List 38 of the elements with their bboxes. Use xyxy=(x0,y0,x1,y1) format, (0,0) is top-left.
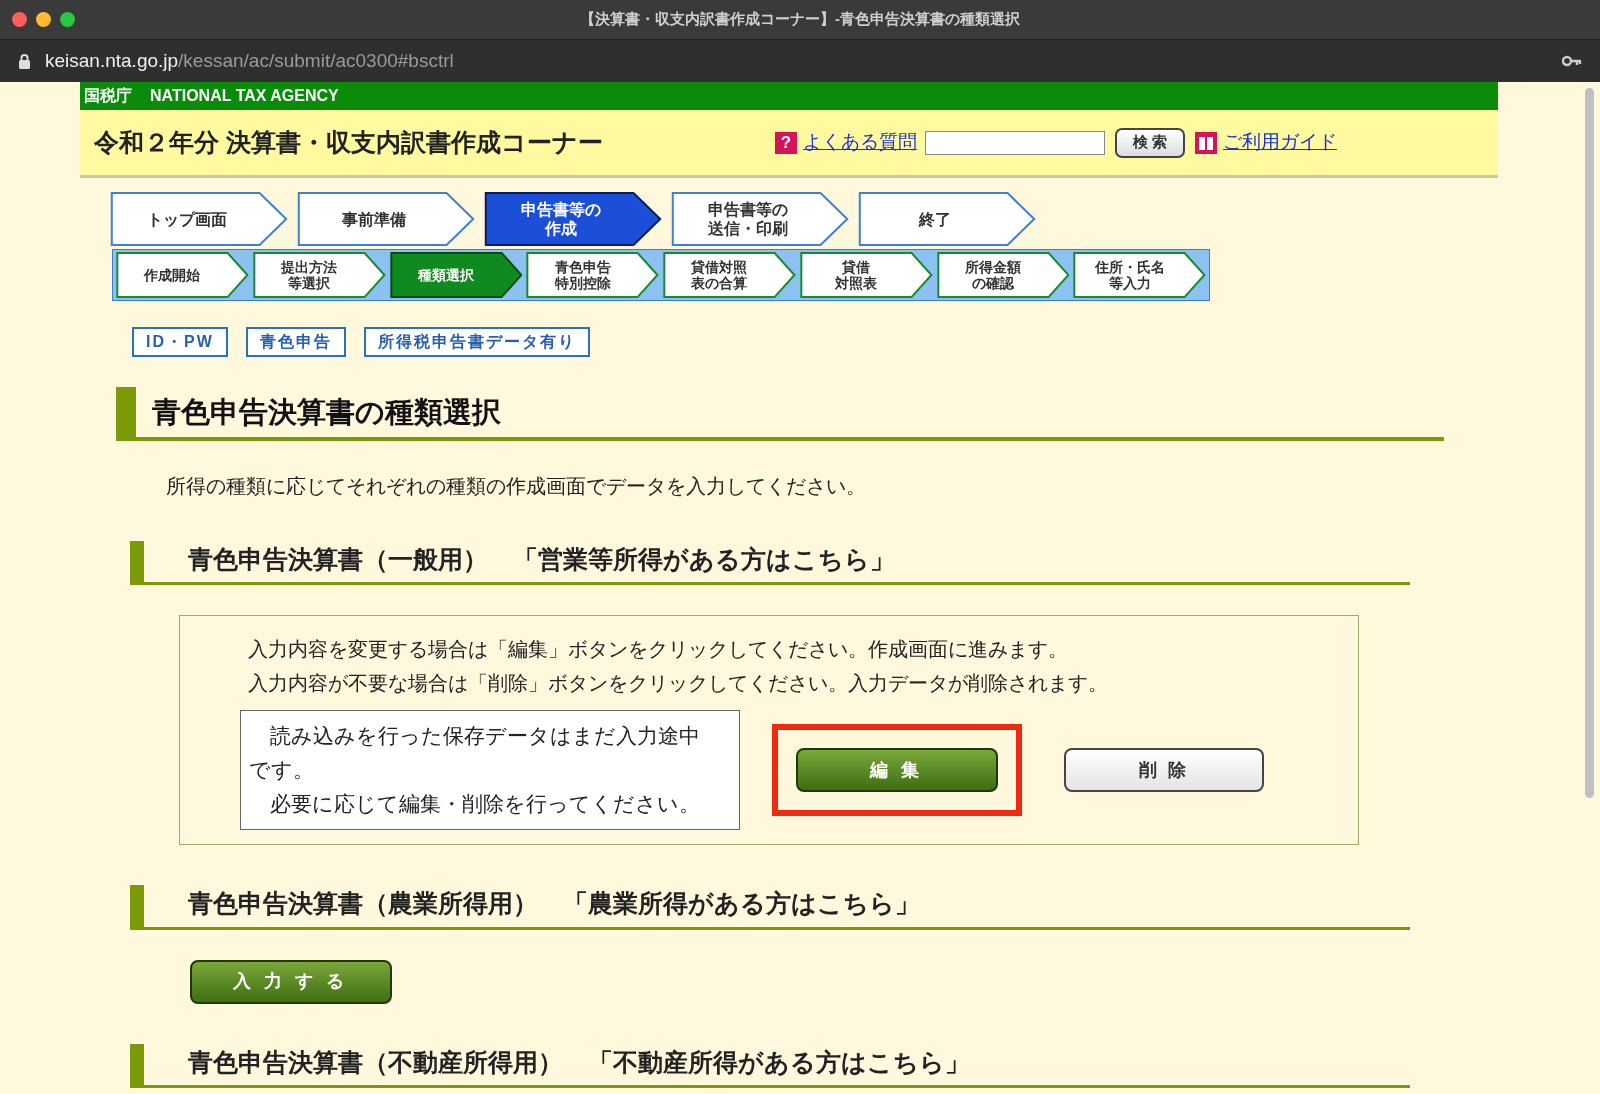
agency-name-en: NATIONAL TAX AGENCY xyxy=(150,86,339,106)
step-tab[interactable]: 事前準備 xyxy=(297,192,475,246)
notice-text: 必要に応じて編集・削除を行ってください。 xyxy=(269,791,701,817)
input-button[interactable]: 入 力 す る xyxy=(190,959,392,1004)
step-tab[interactable]: 終了 xyxy=(858,192,1036,246)
status-tag: 青色申告 xyxy=(245,327,346,357)
step-tab[interactable]: トップ画面 xyxy=(110,192,288,246)
substep-tab[interactable]: 住所・氏名 等入力 xyxy=(1073,252,1206,298)
url-text: keisan.nta.go.jp/kessan/ac/submit/ac0300#bsctrl xyxy=(45,48,454,73)
substep-tab[interactable]: 貸借 対照表 xyxy=(799,252,933,298)
page-title: 令和２年分 決算書・収支内訳書作成コーナー xyxy=(94,126,603,158)
delete-button[interactable]: 削 除 xyxy=(1064,748,1264,792)
substep-tab[interactable]: 青色申告 特別控除 xyxy=(526,252,659,298)
instruction-text: 入力内容が不要な場合は「削除」ボタンをクリックしてください。入力データが削除されます。 xyxy=(248,671,1109,696)
section-heading: 青色申告決算書（一般用） 「営業等所得がある方はこちら」 xyxy=(130,540,1410,585)
page-heading: 青色申告決算書の種類選択 xyxy=(116,387,1444,441)
window-title: 【決算書・収支内訳書作成コーナー】-青色申告決算書の種類選択 xyxy=(580,9,1020,30)
notice-text: 読み込みを行った保存データはまだ入力途中です。 xyxy=(249,723,701,783)
status-tag: ID・PW xyxy=(132,327,228,357)
substep-tab[interactable]: 種類選択 xyxy=(389,252,523,298)
intro-text: 所得の種類に応じてそれぞれの種類の作成画面でデータを入力してください。 xyxy=(166,473,867,499)
status-tag: 所得税申告書データ有り xyxy=(363,327,590,357)
search-button[interactable]: 検 索 xyxy=(1114,127,1185,158)
guide-link[interactable]: ご利用ガイド xyxy=(1222,128,1337,157)
section-heading: 青色申告決算書（不動産所得用） 「不動産所得がある方はこちら」 xyxy=(130,1043,1410,1088)
help-icon: ? xyxy=(774,131,797,154)
step-tab[interactable]: 申告書等の 作成 xyxy=(484,192,662,246)
address-bar[interactable]: keisan.nta.go.jp/kessan/ac/submit/ac0300#bsctrl xyxy=(0,40,1600,82)
faq-link[interactable]: よくある質問 xyxy=(802,128,917,157)
substep-tab[interactable]: 作成開始 xyxy=(116,252,249,298)
substep-tab[interactable]: 貸借対照 表の合算 xyxy=(663,252,796,298)
substep-tab[interactable]: 所得金額 の確認 xyxy=(936,252,1070,298)
instruction-text: 入力内容を変更する場合は「編集」ボタンをクリックしてください。作成画面に進みます。 xyxy=(248,637,1069,662)
step-tab[interactable]: 申告書等の 送信・印刷 xyxy=(671,192,849,246)
edit-button[interactable]: 編 集 xyxy=(796,748,998,792)
agency-name-ja: 国税庁 xyxy=(84,86,132,106)
substep-tab[interactable]: 提出方法 等選択 xyxy=(252,252,386,298)
section-heading: 青色申告決算書（農業所得用） 「農業所得がある方はこちら」 xyxy=(130,885,1410,930)
